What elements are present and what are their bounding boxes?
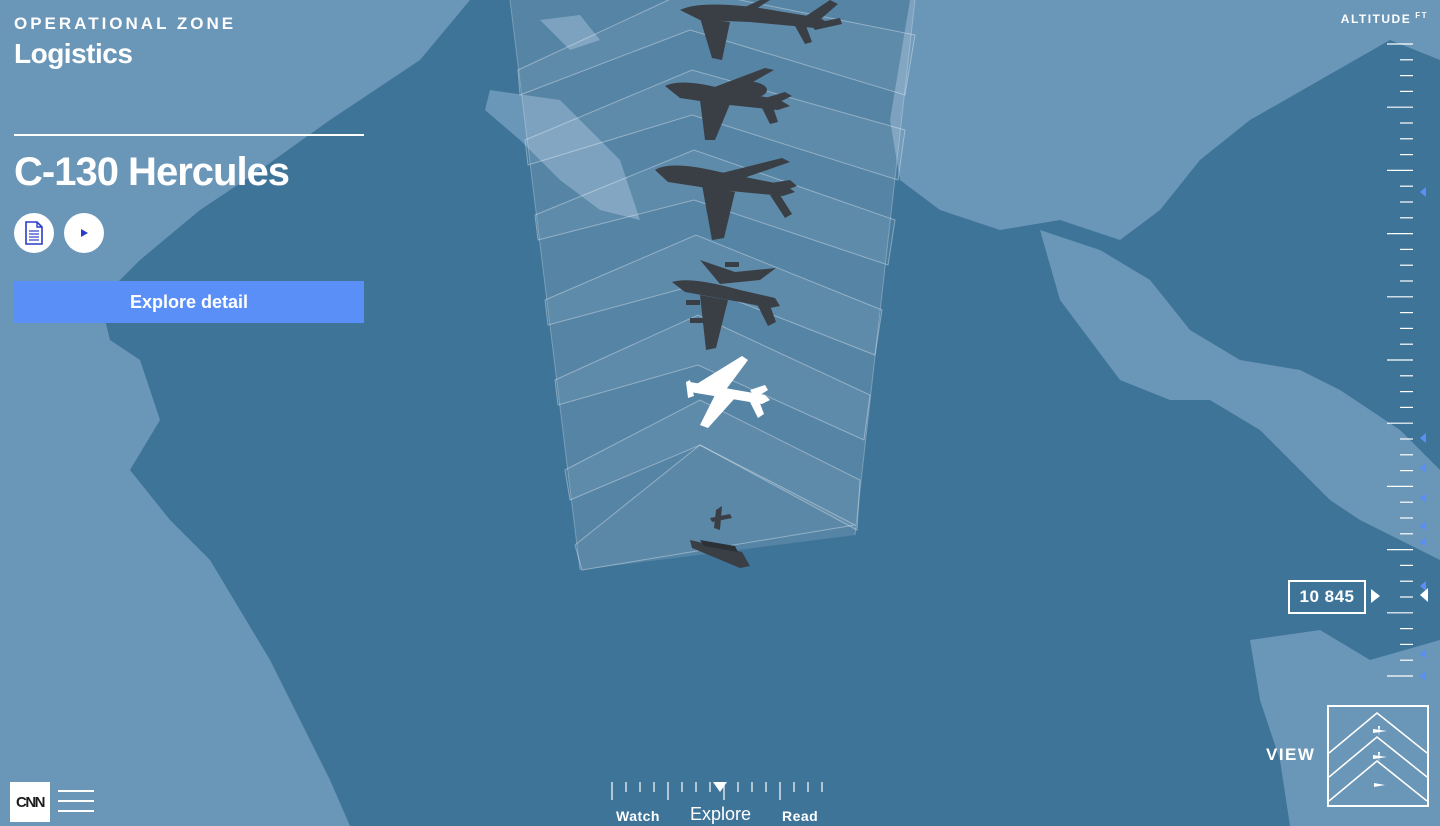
cnn-logo[interactable]: CNN: [10, 782, 50, 822]
watch-button[interactable]: [64, 213, 104, 253]
land-west: [0, 0, 470, 826]
altitude-scale[interactable]: [1380, 36, 1440, 686]
mode-explore[interactable]: Explore: [690, 804, 751, 825]
aircraft-title: C-130 Hercules: [14, 150, 290, 194]
aircraft-altitude-marker[interactable]: [1420, 433, 1426, 443]
panel-divider: [14, 134, 364, 136]
explore-detail-button[interactable]: Explore detail: [14, 281, 364, 323]
mode-read[interactable]: Read: [782, 808, 818, 824]
altitude-value: 10 845: [1288, 580, 1366, 614]
aircraft-altitude-marker[interactable]: [1420, 463, 1426, 473]
mode-indicator-icon: [713, 782, 727, 792]
document-icon: [25, 221, 43, 245]
aircraft-altitude-marker[interactable]: [1420, 521, 1426, 531]
zone-name: Logistics: [14, 38, 133, 69]
aircraft-altitude-marker[interactable]: [1420, 671, 1426, 681]
play-icon: [81, 229, 88, 237]
current-altitude-marker[interactable]: [1420, 588, 1428, 602]
mode-navigation: Watch Explore Read: [605, 778, 835, 826]
read-button[interactable]: [14, 213, 54, 253]
view-angle-icon: [1328, 711, 1428, 802]
view-label: VIEW: [1266, 745, 1316, 764]
altitude-pointer-icon: [1371, 589, 1380, 603]
map-view[interactable]: [0, 0, 1440, 826]
altitude-title-text: ALTITUDE: [1340, 12, 1412, 26]
aircraft-altitude-marker[interactable]: [1420, 581, 1426, 591]
aircraft-altitude-marker[interactable]: [1420, 187, 1426, 197]
altitude-unit: FT: [1415, 11, 1428, 20]
mode-watch[interactable]: Watch: [616, 808, 660, 824]
mode-scrubber-ticks[interactable]: [605, 778, 835, 802]
altitude-title: ALTITUDE FT: [1341, 11, 1428, 26]
zone-label: OPERATIONAL ZONE: [14, 14, 237, 33]
hamburger-menu-icon[interactable]: [58, 790, 94, 814]
aircraft-altitude-marker[interactable]: [1420, 537, 1426, 547]
aircraft-altitude-marker[interactable]: [1420, 493, 1426, 503]
land-northeast: [890, 0, 1440, 240]
aircraft-altitude-marker[interactable]: [1420, 649, 1426, 659]
view-switcher[interactable]: [1327, 705, 1429, 807]
